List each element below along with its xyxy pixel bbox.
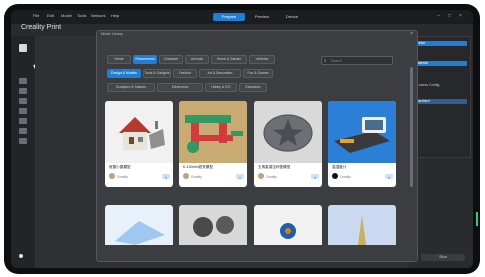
card-author: Creality (117, 175, 128, 179)
process-config-label: Process Config (415, 83, 440, 87)
card-title: 温湿度计 (332, 165, 347, 169)
filter-chip[interactable]: Vehicles (249, 55, 275, 64)
filter-chip[interactable]: Sculpture & Statues (107, 83, 155, 92)
tab-preview[interactable]: Preview (247, 13, 277, 21)
filter-chip[interactable]: Tools & Gadgets (143, 69, 171, 78)
model-card[interactable]: 房屋小屋模型 Creality ⤓ (105, 101, 173, 187)
filter-chip[interactable]: Art & Decoration (199, 69, 241, 78)
filter-chip[interactable]: Hobby & DIY (205, 83, 237, 92)
card-author: Creality (340, 175, 351, 179)
search-icon: ⌕ (324, 57, 327, 63)
model-thumbnail (280, 223, 296, 239)
model-card[interactable] (179, 205, 247, 245)
move-tool-icon[interactable] (19, 78, 27, 84)
model-card[interactable]: 五角星镂空杯垫模型 Creality ⤓ (254, 101, 322, 187)
model-thumbnail (358, 215, 366, 245)
dialog-close-icon[interactable]: × (410, 31, 413, 37)
clamp-model-thumbnail (179, 101, 247, 163)
model-library-dialog: Model Library × Home Recommend Character An… (96, 30, 418, 262)
model-card[interactable] (105, 205, 173, 245)
menu-help[interactable]: Help (111, 13, 119, 18)
measure-tool-icon[interactable] (19, 138, 27, 144)
filter-chip[interactable]: Home & Garden (211, 55, 247, 64)
layout-tool-icon[interactable] (19, 128, 27, 134)
cut-tool-icon[interactable] (19, 108, 27, 114)
card-title: K-100mm钳夹模型 (183, 165, 213, 169)
dialog-title: Model Library (101, 32, 123, 36)
avatar (258, 173, 264, 179)
model-card[interactable] (254, 205, 322, 245)
settings-icon[interactable] (19, 254, 23, 258)
filter-chip[interactable]: Design & Models (107, 69, 141, 78)
filter-chip[interactable]: Recommend (133, 55, 157, 64)
avatar (183, 173, 189, 179)
maximize-icon[interactable]: □ (448, 13, 451, 19)
download-icon[interactable]: ⤓ (385, 174, 393, 179)
filter-chip[interactable]: Education (239, 83, 267, 92)
filter-chip[interactable]: Character (159, 55, 183, 64)
avatar (332, 173, 338, 179)
menu-tools[interactable]: Tools (77, 13, 86, 18)
filter-chip[interactable]: Fun & Games (243, 69, 273, 78)
download-icon[interactable]: ⤓ (236, 174, 244, 179)
star-coaster-thumbnail (254, 101, 322, 163)
menu-edit[interactable]: Edit (47, 13, 54, 18)
left-toolbar (11, 36, 35, 268)
scrollbar[interactable] (410, 67, 413, 187)
right-config-panel: Printer Material Process Config Standard (411, 36, 471, 158)
download-icon[interactable]: ⤓ (162, 174, 170, 179)
slice-button[interactable]: Slice (421, 254, 465, 261)
menu-model[interactable]: Model (61, 13, 72, 18)
filter-chip[interactable]: Home (107, 55, 131, 64)
close-icon[interactable]: × (459, 13, 462, 19)
model-card[interactable]: 温湿度计 Creality ⤓ (328, 101, 396, 187)
scale-tool-icon[interactable] (19, 98, 27, 104)
house-model-thumbnail (105, 101, 173, 163)
menu-bar: File Edit Model Tools Network Help Prepa… (11, 10, 473, 24)
menu-network[interactable]: Network (91, 13, 106, 18)
filter-chip[interactable]: Fashion (173, 69, 197, 78)
card-author: Creality (266, 175, 277, 179)
hygrometer-thumbnail (328, 101, 396, 163)
filter-chip[interactable]: Animals (185, 55, 209, 64)
card-author: Creality (191, 175, 202, 179)
model-card[interactable] (328, 205, 396, 245)
app-window: File Edit Model Tools Network Help Prepa… (11, 10, 473, 268)
model-card[interactable]: K-100mm钳夹模型 Creality ⤓ (179, 101, 247, 187)
support-tool-icon[interactable] (19, 118, 27, 124)
download-icon[interactable]: ⤓ (311, 174, 319, 179)
filter-chip[interactable]: Electronics (157, 83, 203, 92)
tab-device[interactable]: Device (279, 13, 305, 21)
tab-prepare[interactable]: Prepare (213, 13, 245, 21)
import-tool-icon[interactable] (19, 44, 27, 52)
menu-file[interactable]: File (33, 13, 39, 18)
rotate-tool-icon[interactable] (19, 88, 27, 94)
card-title: 五角星镂空杯垫模型 (258, 165, 291, 169)
model-thumbnail (115, 221, 165, 245)
minimize-icon[interactable]: – (437, 13, 440, 19)
model-thumbnail (193, 216, 234, 237)
app-title: Creality Print (21, 24, 62, 31)
avatar (109, 173, 115, 179)
status-indicator (476, 212, 478, 226)
search-placeholder: Search (331, 58, 342, 63)
card-title: 房屋小屋模型 (109, 165, 131, 169)
search-input[interactable]: ⌕ Search (321, 56, 393, 65)
